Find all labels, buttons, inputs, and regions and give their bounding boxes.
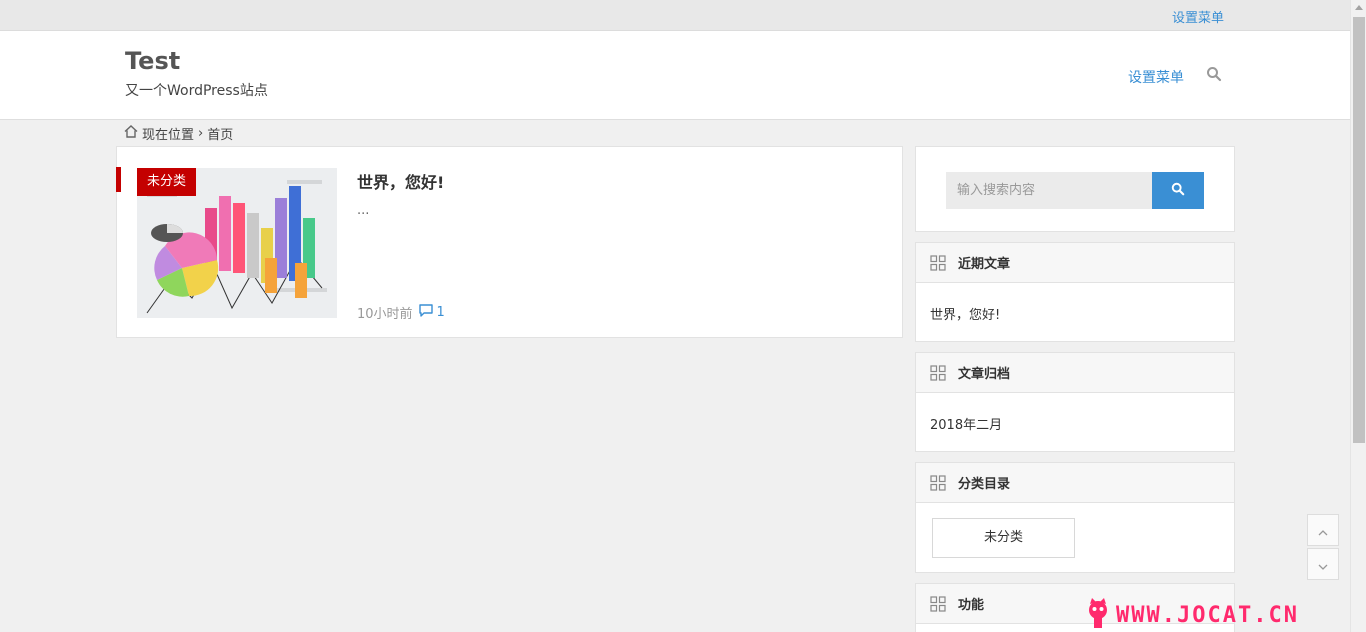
comments-link[interactable]: 1	[418, 304, 445, 321]
search-icon	[1171, 182, 1185, 199]
grid-icon	[930, 595, 946, 612]
comment-count: 1	[436, 305, 445, 320]
breadcrumb-current-label: 现在位置	[142, 128, 195, 143]
widget-title: 分类目录	[958, 477, 1011, 492]
scroll-bottom-button[interactable]	[1307, 548, 1339, 580]
recent-posts-widget: 近期文章 世界，您好!	[915, 242, 1235, 342]
search-input[interactable]	[946, 172, 1152, 209]
search-button[interactable]	[1152, 172, 1204, 209]
widget-title: 文章归档	[958, 367, 1011, 382]
post-title[interactable]: 世界，您好!	[357, 169, 444, 193]
search-widget	[915, 146, 1235, 232]
scroll-up-arrow-icon[interactable]	[1355, 5, 1363, 10]
site-description: 又一个WordPress站点	[125, 83, 268, 99]
breadcrumb-separator: ›	[198, 126, 204, 141]
widget-header: 文章归档	[916, 353, 1234, 393]
recent-post-link[interactable]: 世界，您好!	[930, 304, 1220, 323]
scrollbar-thumb[interactable]	[1353, 17, 1365, 443]
post-accent-bar	[116, 167, 121, 192]
search-icon[interactable]	[1206, 66, 1224, 84]
top-menu-link[interactable]: 设置菜单	[1172, 7, 1224, 26]
category-chip[interactable]: 未分类	[932, 518, 1075, 558]
widget-title: 近期文章	[958, 257, 1011, 272]
category-badge[interactable]: 未分类	[137, 168, 197, 196]
archive-widget: 文章归档 2018年二月	[915, 352, 1235, 452]
breadcrumb: 现在位置 › 首页	[124, 124, 233, 143]
chevron-up-icon	[1318, 521, 1328, 540]
grid-icon	[930, 364, 946, 381]
post-meta: 10小时前 1	[357, 303, 445, 322]
home-icon	[124, 125, 138, 142]
comment-icon	[418, 304, 433, 321]
site-title[interactable]: Test	[125, 47, 180, 75]
grid-icon	[930, 474, 946, 491]
widget-title: 功能	[958, 598, 985, 613]
top-bar: 设置菜单	[0, 0, 1350, 31]
breadcrumb-home-link[interactable]: 首页	[207, 124, 233, 143]
widget-header: 近期文章	[916, 243, 1234, 283]
watermark-text: WWW.JOCAT.CN	[1116, 602, 1299, 628]
grid-icon	[930, 254, 946, 271]
post-excerpt: ...	[357, 203, 370, 218]
widget-header: 分类目录	[916, 463, 1234, 503]
archive-link[interactable]: 2018年二月	[930, 414, 1220, 433]
chevron-down-icon	[1318, 555, 1328, 574]
scroll-top-button[interactable]	[1307, 514, 1339, 546]
cat-logo-icon	[1086, 598, 1110, 632]
watermark: WWW.JOCAT.CN	[1086, 598, 1299, 632]
page-scrollbar[interactable]	[1350, 0, 1366, 632]
post-time: 10小时前	[357, 307, 413, 322]
post-card: 未分类 世界，您好! ... 10小时前 1	[116, 146, 903, 338]
main-nav-menu-link[interactable]: 设置菜单	[1128, 67, 1184, 87]
site-header: Test 又一个WordPress站点 设置菜单	[0, 31, 1350, 120]
categories-widget: 分类目录 未分类	[915, 462, 1235, 573]
